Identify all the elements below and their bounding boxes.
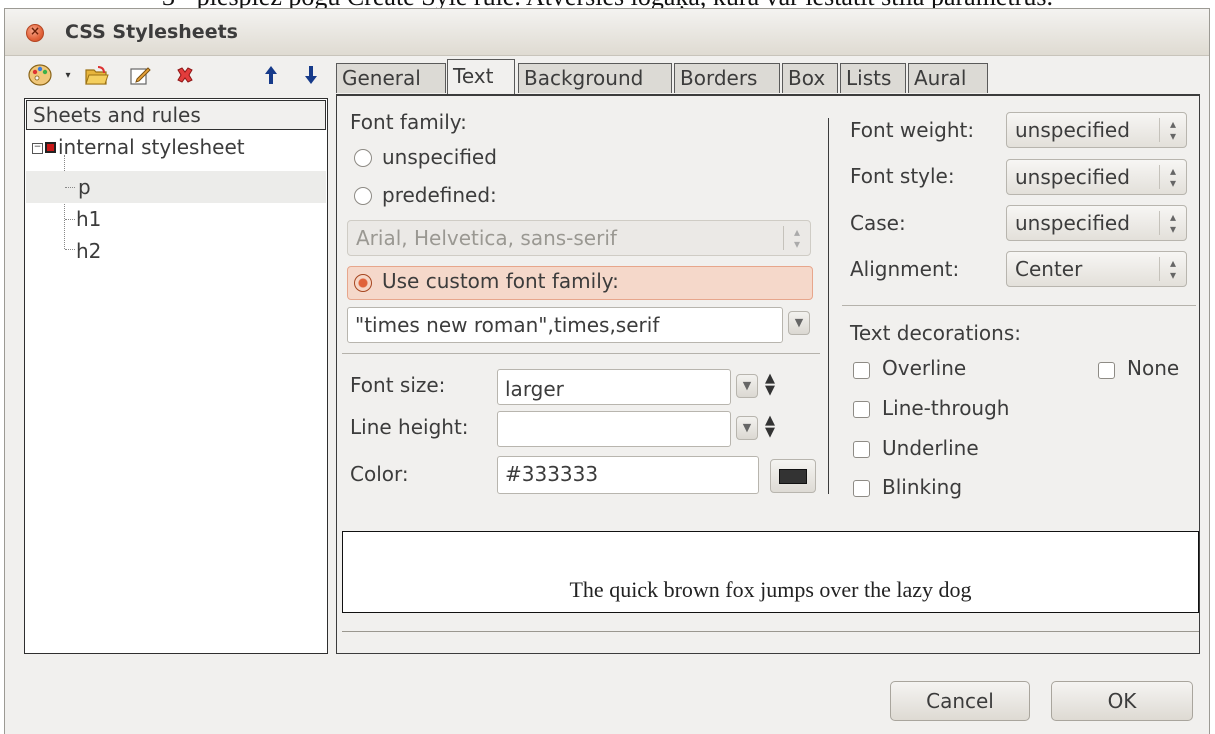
chevron-down-icon: ▼ xyxy=(742,421,752,434)
line-height-label: Line height: xyxy=(350,415,469,439)
delete-icon xyxy=(177,67,193,83)
tree-item-rule-p[interactable]: p xyxy=(26,171,326,203)
case-select[interactable]: unspecified ▴ ▾ xyxy=(1006,205,1187,241)
overline-label[interactable]: Overline xyxy=(882,356,966,380)
sheets-column-header[interactable]: Sheets and rules xyxy=(26,100,326,130)
updown-chevron-icon: ▴ ▾ xyxy=(1159,257,1186,281)
font-size-dropdown-button[interactable]: ▼ xyxy=(736,374,758,398)
arrow-up-icon xyxy=(265,66,277,84)
font-size-input[interactable]: larger xyxy=(497,369,731,405)
cancel-button[interactable]: Cancel xyxy=(890,681,1030,721)
updown-chevron-icon: ▴ ▾ xyxy=(1159,165,1186,189)
updown-chevron-icon: ▴ ▾ xyxy=(1159,211,1186,235)
style-preview: The quick brown fox jumps over the lazy … xyxy=(342,531,1199,613)
line-through-checkbox[interactable] xyxy=(853,401,870,418)
none-label[interactable]: None xyxy=(1127,356,1179,380)
underline-label[interactable]: Underline xyxy=(882,436,979,460)
color-label: Color: xyxy=(350,462,409,486)
ok-button[interactable]: OK xyxy=(1051,681,1193,721)
line-height-dropdown-button[interactable]: ▼ xyxy=(736,416,758,440)
close-button[interactable]: × xyxy=(26,24,44,42)
predefined-font-select[interactable]: Arial, Helvetica, sans-serif ▴ ▾ xyxy=(347,220,811,256)
predefined-font-value: Arial, Helvetica, sans-serif xyxy=(356,226,617,250)
tree-item-rule-h1[interactable]: h1 xyxy=(26,203,326,235)
none-checkbox[interactable] xyxy=(1098,362,1115,379)
tree-item-internal-stylesheet[interactable]: − internal stylesheet xyxy=(26,131,326,163)
font-style-select[interactable]: unspecified ▴ ▾ xyxy=(1006,159,1187,195)
folder-open-icon xyxy=(85,66,109,85)
line-height-spinner[interactable]: ▲ ▼ xyxy=(763,414,777,439)
custom-font-dropdown-button[interactable]: ▼ xyxy=(788,311,810,335)
tab-lists[interactable]: Lists xyxy=(840,63,906,93)
font-style-value: unspecified xyxy=(1015,165,1130,189)
unspecified-radio-label[interactable]: unspecified xyxy=(382,145,497,169)
collapse-icon[interactable]: − xyxy=(32,143,43,154)
case-label: Case: xyxy=(850,211,906,235)
chevron-down-icon: ▼ xyxy=(742,379,752,392)
alignment-value: Center xyxy=(1015,257,1083,281)
delete-rule-button[interactable] xyxy=(170,60,200,90)
custom-font-radio-label[interactable]: Use custom font family: xyxy=(382,269,619,293)
tab-box[interactable]: Box xyxy=(782,63,838,93)
window-title: CSS Stylesheets xyxy=(65,21,238,43)
color-picker-button[interactable] xyxy=(770,459,816,493)
color-swatch xyxy=(779,469,807,484)
case-value: unspecified xyxy=(1015,211,1130,235)
move-down-button[interactable] xyxy=(300,60,322,90)
sheets-tree[interactable]: Sheets and rules − internal stylesheet p… xyxy=(24,98,328,654)
predefined-radio-label[interactable]: predefined: xyxy=(382,183,497,207)
custom-font-radio[interactable] xyxy=(354,274,372,292)
custom-font-input[interactable]: "times new roman",times,serif xyxy=(347,307,783,343)
underline-checkbox[interactable] xyxy=(853,441,870,458)
create-style-button[interactable] xyxy=(24,60,58,90)
tree-item-label: p xyxy=(78,175,91,199)
alignment-label: Alignment: xyxy=(850,257,960,281)
move-up-button[interactable] xyxy=(260,60,282,90)
unspecified-radio[interactable] xyxy=(354,149,372,167)
predefined-radio[interactable] xyxy=(354,187,372,205)
alignment-select[interactable]: Center ▴ ▾ xyxy=(1006,251,1187,287)
font-weight-select[interactable]: unspecified ▴ ▾ xyxy=(1006,112,1187,148)
font-size-spinner[interactable]: ▲ ▼ xyxy=(763,372,777,397)
font-weight-value: unspecified xyxy=(1015,118,1130,142)
edit-rule-button[interactable] xyxy=(126,60,156,90)
blinking-checkbox[interactable] xyxy=(853,480,870,497)
tab-background[interactable]: Background xyxy=(518,63,672,93)
tab-general[interactable]: General xyxy=(336,63,446,93)
import-stylesheet-button[interactable] xyxy=(80,60,114,90)
title-bar: × CSS Stylesheets xyxy=(5,9,1209,56)
font-family-label: Font family: xyxy=(350,110,467,134)
tree-item-label: internal stylesheet xyxy=(58,135,245,159)
arrow-down-icon xyxy=(305,66,317,84)
tree-item-label: h1 xyxy=(76,207,102,231)
overline-checkbox[interactable] xyxy=(853,362,870,379)
close-icon: × xyxy=(29,24,41,38)
tab-aural[interactable]: Aural xyxy=(908,63,988,93)
tab-borders[interactable]: Borders xyxy=(674,63,780,93)
tree-item-rule-h2[interactable]: h2 xyxy=(26,235,326,267)
edit-icon xyxy=(130,67,151,85)
chevron-down-icon[interactable]: ▾ xyxy=(60,60,76,90)
blinking-label[interactable]: Blinking xyxy=(882,475,962,499)
tab-text[interactable]: Text xyxy=(447,59,515,95)
font-weight-label: Font weight: xyxy=(850,118,975,142)
font-style-label: Font style: xyxy=(850,164,955,188)
chevron-down-icon: ▼ xyxy=(794,316,804,329)
tree-item-label: h2 xyxy=(76,239,102,263)
line-through-label[interactable]: Line-through xyxy=(882,396,1009,420)
palette-icon xyxy=(28,64,52,86)
color-input[interactable]: #333333 xyxy=(497,456,759,494)
text-decorations-label: Text decorations: xyxy=(850,321,1021,345)
updown-chevron-icon: ▴ ▾ xyxy=(783,226,810,250)
font-size-label: Font size: xyxy=(350,373,446,397)
line-height-input[interactable] xyxy=(497,411,731,447)
updown-chevron-icon: ▴ ▾ xyxy=(1159,118,1186,142)
stylesheet-icon xyxy=(45,142,56,153)
